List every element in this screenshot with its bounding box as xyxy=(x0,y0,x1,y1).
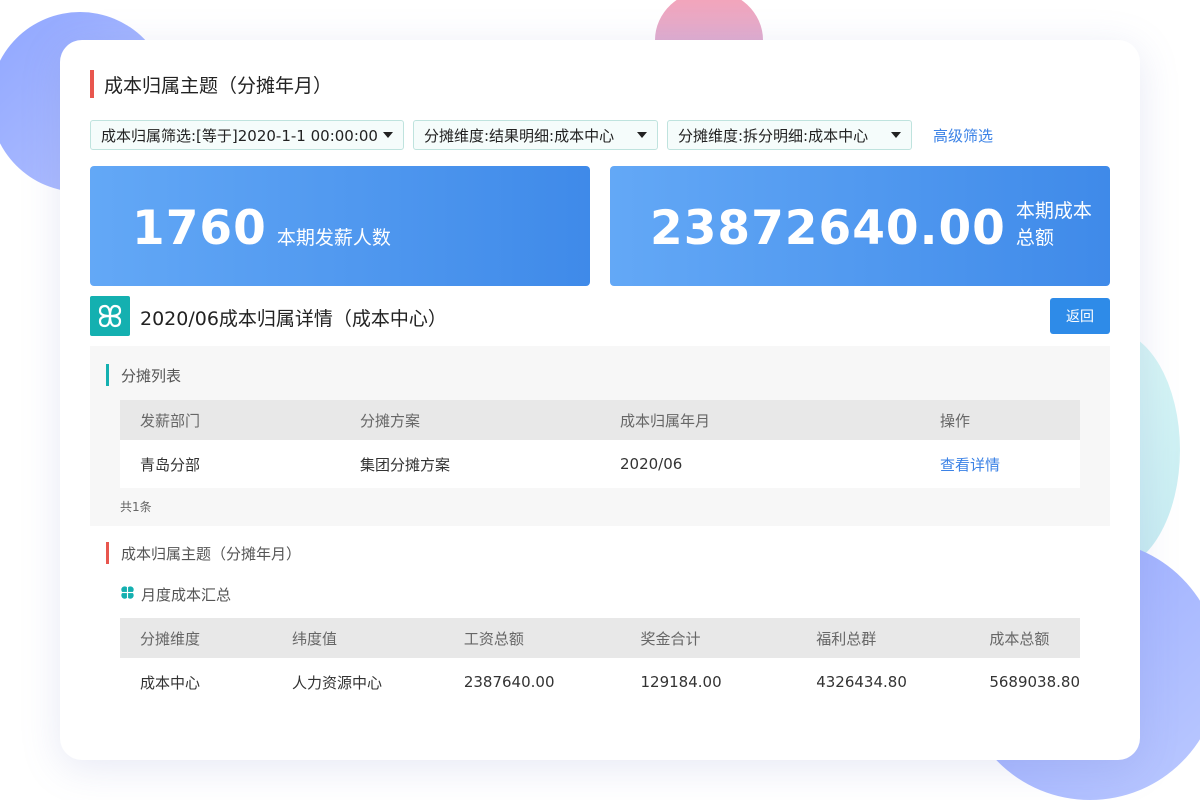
headcount-stat-card: 1760 本期发薪人数 xyxy=(90,166,590,286)
cell-salary: 2387640.00 xyxy=(443,658,621,706)
cell-dept: 青岛分部 xyxy=(120,440,340,488)
total-count: 共1条 xyxy=(120,500,152,514)
chevron-down-icon[interactable] xyxy=(637,132,647,138)
column-header: 奖金合计 xyxy=(620,618,797,658)
page-title: 成本归属主题（分摊年月） xyxy=(104,74,333,97)
allocation-section-title: 分摊列表 xyxy=(106,364,181,386)
column-header: 成本归属年月 xyxy=(600,400,920,440)
total-cost-stat-card: 23872640.00 本期成本总额 xyxy=(610,166,1110,286)
allocation-table: 发薪部门 分摊方案 成本归属年月 操作 青岛分部 集团分摊方案 2020/06 … xyxy=(120,400,1080,488)
allocation-section-label: 分摊列表 xyxy=(121,366,182,385)
view-details-link[interactable]: 查看详情 xyxy=(940,456,1000,474)
split-dimension-filter-label: 分摊维度:拆分明细:成本中心 xyxy=(678,126,869,145)
column-header: 分摊方案 xyxy=(340,400,600,440)
summary-section-title: 成本归属主题（分摊年月） xyxy=(106,542,301,564)
cell-cost: 5689038.80 xyxy=(969,658,1080,706)
column-header: 工资总额 xyxy=(443,618,621,658)
cost-period-filter[interactable]: 成本归属筛选:[等于]2020-1-1 00:00:00 xyxy=(90,120,404,150)
detail-title: 2020/06成本归属详情（成本中心） xyxy=(140,308,447,330)
column-header: 成本总额 xyxy=(969,618,1080,658)
cell-dimension: 成本中心 xyxy=(120,658,273,706)
clover-icon xyxy=(120,585,135,604)
table-row: 成本中心 人力资源中心 2387640.00 129184.00 4326434… xyxy=(120,658,1080,706)
cell-plan: 集团分摊方案 xyxy=(340,440,600,488)
total-cost-label: 本期成本总额 xyxy=(1015,200,1092,249)
result-dimension-filter-label: 分摊维度:结果明细:成本中心 xyxy=(424,126,615,145)
column-header: 操作 xyxy=(920,400,1080,440)
filter-bar: 成本归属筛选:[等于]2020-1-1 00:00:00 分摊维度:结果明细:成… xyxy=(90,120,993,150)
section-accent-bar xyxy=(106,542,109,564)
table-header-row: 分摊维度 纬度值 工资总额 奖金合计 福利总群 成本总额 xyxy=(120,618,1080,658)
chevron-down-icon[interactable] xyxy=(891,132,901,138)
chevron-down-icon[interactable] xyxy=(383,132,393,138)
cost-period-filter-label: 成本归属筛选:[等于]2020-1-1 00:00:00 xyxy=(101,126,378,145)
column-header: 发薪部门 xyxy=(120,400,340,440)
result-dimension-filter[interactable]: 分摊维度:结果明细:成本中心 xyxy=(413,120,658,150)
column-header: 分摊维度 xyxy=(120,618,273,658)
cell-dimension-value: 人力资源中心 xyxy=(272,658,444,706)
monthly-summary-table: 分摊维度 纬度值 工资总额 奖金合计 福利总群 成本总额 成本中心 人力资源中心… xyxy=(120,618,1080,706)
monthly-summary-label: 月度成本汇总 xyxy=(141,586,232,604)
column-header: 纬度值 xyxy=(272,618,444,658)
headcount-label: 本期发薪人数 xyxy=(276,227,391,249)
split-dimension-filter[interactable]: 分摊维度:拆分明细:成本中心 xyxy=(667,120,912,150)
header-accent-bar xyxy=(90,70,94,98)
page-header: 成本归属主题（分摊年月） xyxy=(90,70,332,98)
cell-period: 2020/06 xyxy=(600,440,920,488)
total-cost-value: 23872640.00 xyxy=(650,201,1006,256)
advanced-filter-link[interactable]: 高级筛选 xyxy=(933,125,993,146)
headcount-value: 1760 xyxy=(132,201,267,256)
back-button[interactable]: 返回 xyxy=(1050,298,1110,334)
section-accent-bar xyxy=(106,364,109,386)
clover-logo-icon xyxy=(90,296,130,336)
cell-welfare: 4326434.80 xyxy=(796,658,970,706)
table-row: 青岛分部 集团分摊方案 2020/06 查看详情 xyxy=(120,440,1080,488)
detail-header: 2020/06成本归属详情（成本中心） 返回 xyxy=(90,296,1110,336)
table-header-row: 发薪部门 分摊方案 成本归属年月 操作 xyxy=(120,400,1080,440)
monthly-summary-subtitle: 月度成本汇总 xyxy=(120,584,231,605)
column-header: 福利总群 xyxy=(796,618,970,658)
view-details-cell: 查看详情 xyxy=(920,440,1080,488)
summary-section-label: 成本归属主题（分摊年月） xyxy=(121,544,302,563)
cell-bonus: 129184.00 xyxy=(620,658,797,706)
main-card: 成本归属主题（分摊年月） 成本归属筛选:[等于]2020-1-1 00:00:0… xyxy=(60,40,1140,760)
